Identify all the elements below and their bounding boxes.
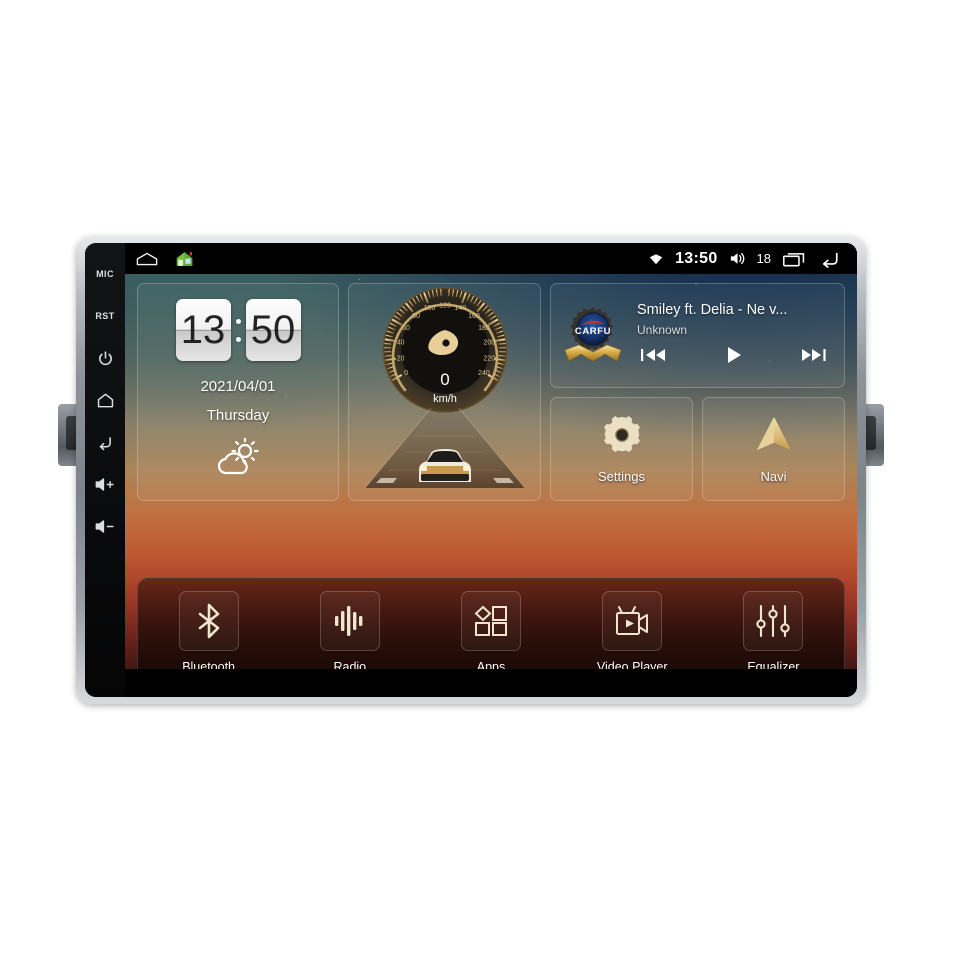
speed-tick-label: 240 — [478, 370, 490, 377]
apps-grid-icon — [461, 591, 521, 651]
home-screen: 13 50 2021/04/01 Thursday 0 km/h 0 20 40… — [125, 274, 857, 697]
dock-label-video-player: Video Player — [596, 660, 668, 674]
app-dock: Bluetooth Radio Apps Video Player Equali… — [137, 578, 845, 697]
equalizer-sliders-icon — [743, 591, 804, 651]
track-title: Smiley ft. Delia - Ne v... — [637, 302, 788, 318]
music-widget[interactable]: CARFU Smiley ft. Delia - Ne v... Unknown — [550, 283, 845, 388]
status-bar: 13:50 18 — [125, 243, 857, 274]
navigation-arrow-icon — [753, 415, 795, 460]
speed-tick-label: 200 — [483, 340, 495, 347]
dock-item-apps[interactable]: Apps — [420, 591, 561, 674]
tile-settings[interactable]: Settings — [550, 397, 693, 501]
partly-cloudy-icon — [211, 437, 265, 483]
play-button[interactable] — [725, 346, 743, 369]
dock-label-video: Apps — [476, 660, 506, 674]
music-metadata: Smiley ft. Delia - Ne v... Unknown — [637, 302, 834, 369]
widget-row: 13 50 2021/04/01 Thursday 0 km/h 0 20 40… — [137, 283, 845, 501]
speed-tick-label: 20 — [396, 355, 404, 362]
speed-tick-label: 220 — [483, 355, 495, 362]
dock-label-bluetooth: Bluetooth — [182, 660, 236, 674]
right-widget-column: CARFU Smiley ft. Delia - Ne v... Unknown — [550, 283, 845, 501]
speed-unit: km/h — [433, 393, 457, 405]
volume-down-key[interactable] — [85, 505, 125, 547]
speed-tick-label: 180 — [478, 325, 490, 332]
tile-settings-label: Settings — [598, 468, 645, 484]
speed-tick-label: 0 — [404, 370, 408, 377]
volume-level: 18 — [756, 251, 771, 266]
clock-colon — [234, 318, 243, 342]
screenshot-stage: MIC RST 13:50 18 13 50 2021/04/01 Thursd… — [0, 0, 960, 960]
volume-up-key[interactable] — [85, 463, 125, 505]
power-key[interactable] — [85, 337, 125, 379]
speed-tick-label: 100 — [423, 305, 435, 312]
speed-tick-label: 60 — [402, 325, 410, 332]
road-illustration — [364, 408, 525, 489]
clock-weekday: Thursday — [206, 407, 270, 424]
clock-hours-value: 13 — [180, 308, 226, 352]
touchscreen[interactable]: 13:50 18 13 50 2021/04/01 Thursday 0 km/… — [125, 243, 857, 697]
flip-clock: 13 50 — [175, 299, 301, 361]
track-artist: Unknown — [637, 323, 688, 337]
clock-widget[interactable]: 13 50 2021/04/01 Thursday — [137, 283, 339, 501]
clock-minutes-value: 50 — [250, 308, 296, 352]
speedometer-gauge: 0 km/h 0 20 40 6080100 120 140160 180 200 220 240 — [381, 287, 508, 413]
house-color-icon[interactable] — [175, 250, 194, 268]
carfu-logo: CARFU — [561, 304, 625, 368]
bluetooth-icon — [178, 591, 239, 651]
speaker-icon[interactable] — [729, 251, 746, 266]
speed-tick-label: 120 — [439, 303, 451, 310]
dock-item-equalizer[interactable]: Equalizer — [703, 591, 844, 674]
dock-item-bluetooth[interactable]: Bluetooth — [138, 591, 279, 674]
gear-icon — [602, 415, 642, 460]
speed-value: 0 — [440, 370, 449, 389]
dock-label-equalizer: Equalizer — [747, 660, 800, 674]
carfu-logo-text: CARFU — [575, 326, 611, 337]
speed-tick-label: 140 — [454, 305, 466, 312]
speed-tick-label: 160 — [468, 313, 480, 320]
home-key[interactable] — [85, 379, 125, 421]
hardware-key-bar: MIC RST — [85, 243, 125, 697]
music-controls — [637, 346, 834, 369]
speed-tick-label: 80 — [412, 313, 420, 320]
wifi-diamond-icon — [648, 252, 664, 266]
reset-key[interactable]: RST — [85, 295, 125, 337]
tile-navi-label: Navi — [760, 468, 787, 484]
device-inner-frame: MIC RST 13:50 18 13 50 2021/04/01 Thursd… — [85, 243, 857, 697]
previous-track-button[interactable] — [641, 347, 667, 368]
back-arrow-icon[interactable] — [818, 250, 843, 268]
back-key[interactable] — [85, 421, 125, 463]
home-outline-icon[interactable] — [135, 251, 159, 267]
dock-item-video-player[interactable]: Video Player — [562, 591, 703, 674]
recents-icon[interactable] — [782, 250, 807, 268]
radio-waveform-icon — [319, 591, 380, 651]
next-track-button[interactable] — [800, 347, 826, 368]
speed-tick-label: 40 — [396, 340, 404, 347]
dock-item-radio[interactable]: Radio — [279, 591, 420, 674]
speedometer-widget[interactable]: 0 km/h 0 20 40 60 80 100 120 140 160 180 200 220 240 — [348, 283, 541, 501]
clock-date: 2021/04/01 — [200, 378, 276, 395]
tile-navi[interactable]: Navi — [702, 397, 845, 501]
car-head-unit-device: MIC RST 13:50 18 13 50 2021/04/01 Thursd… — [76, 236, 866, 704]
clock-minutes: 50 — [245, 299, 301, 361]
clock-hours: 13 — [175, 299, 231, 361]
status-time: 13:50 — [675, 249, 718, 267]
dock-label-radio: Radio — [333, 660, 367, 674]
shortcut-tiles: Settings Navi — [550, 397, 845, 501]
video-camera-icon — [602, 591, 663, 651]
mic-key[interactable]: MIC — [85, 253, 125, 295]
